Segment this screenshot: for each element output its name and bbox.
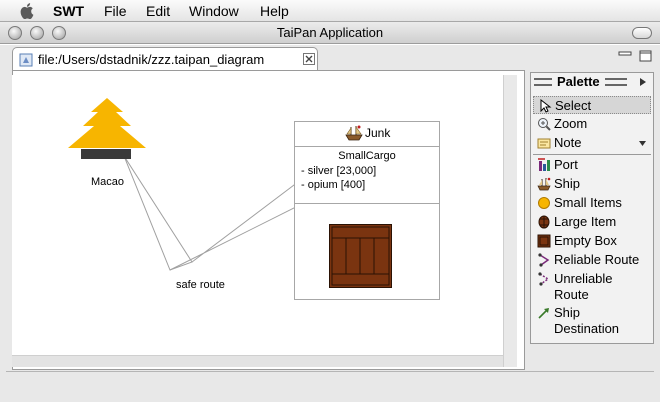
palette-grip-icon[interactable] bbox=[534, 78, 552, 86]
app-menu[interactable]: SWT bbox=[53, 3, 84, 19]
palette-item-label: Empty Box bbox=[554, 233, 617, 248]
palette-item-unreliable-route[interactable]: Unreliable Route bbox=[533, 270, 651, 304]
palette-collapse-icon[interactable] bbox=[639, 77, 647, 87]
window-title: TaiPan Application bbox=[276, 25, 384, 40]
palette-item-label: Ship Destination bbox=[554, 305, 620, 336]
editor-tab-label: file:/Users/dstadnik/zzz.taipan_diagram bbox=[38, 52, 265, 67]
menu-bar: SWT File Edit Window Help bbox=[0, 0, 660, 22]
palette-tool-label: Select bbox=[555, 98, 592, 113]
status-separator bbox=[6, 371, 654, 372]
box-icon bbox=[537, 234, 551, 248]
pagoda-icon[interactable] bbox=[68, 98, 146, 160]
palette-item-label: Large Item bbox=[554, 214, 617, 229]
cargo-item-silver[interactable]: - silver [23,000] bbox=[301, 165, 376, 177]
palette-tool-zoom[interactable]: Zoom bbox=[533, 115, 651, 133]
window-titlebar[interactable]: TaiPan Application bbox=[0, 22, 660, 44]
palette: Palette Select Zoom Note Port Ship Small… bbox=[530, 72, 654, 344]
palette-grip-icon[interactable] bbox=[605, 78, 627, 86]
palette-item-label: Port bbox=[554, 157, 578, 172]
cargo-box-icon[interactable] bbox=[329, 224, 392, 288]
route-icon bbox=[538, 253, 550, 267]
palette-item-small-items[interactable]: Small Items bbox=[533, 194, 651, 212]
toolbar-toggle-button[interactable] bbox=[632, 27, 652, 39]
palette-title: Palette bbox=[557, 74, 600, 89]
ship-node[interactable]: Junk SmallCargo - silver [23,000] - opiu… bbox=[294, 121, 440, 300]
palette-item-label: Unreliable Route bbox=[554, 271, 613, 302]
minimize-view-icon[interactable] bbox=[618, 50, 632, 62]
menu-file[interactable]: File bbox=[104, 3, 127, 19]
menu-window[interactable]: Window bbox=[189, 3, 239, 19]
chevron-down-icon[interactable] bbox=[639, 141, 646, 146]
palette-item-ship[interactable]: Ship bbox=[533, 175, 651, 193]
destination-arrow-icon bbox=[538, 308, 549, 319]
arrow-cursor-icon bbox=[540, 99, 552, 113]
ship-divider bbox=[295, 203, 439, 204]
palette-tool-label: Note bbox=[554, 135, 582, 150]
note-icon bbox=[537, 138, 551, 149]
menu-help[interactable]: Help bbox=[260, 3, 289, 19]
palette-tool-label: Zoom bbox=[554, 116, 588, 131]
ship-name: Junk bbox=[365, 126, 391, 140]
palette-item-port[interactable]: Port bbox=[533, 156, 651, 174]
maximize-view-icon[interactable] bbox=[639, 50, 652, 62]
palette-item-large-item[interactable]: Large Item bbox=[533, 213, 651, 231]
palette-tool-select[interactable]: Select bbox=[533, 96, 651, 114]
close-icon[interactable] bbox=[303, 53, 315, 65]
palette-item-ship-destination[interactable]: Ship Destination bbox=[533, 304, 651, 338]
palette-header[interactable]: Palette bbox=[531, 73, 653, 91]
vertical-scrollbar[interactable] bbox=[503, 75, 517, 367]
small-items-icon bbox=[538, 197, 550, 209]
barrel-icon bbox=[538, 215, 550, 229]
palette-item-empty-box[interactable]: Empty Box bbox=[533, 232, 651, 250]
route-label: safe route bbox=[176, 279, 225, 291]
palette-tool-note[interactable]: Note bbox=[533, 134, 651, 152]
palette-item-label: Small Items bbox=[554, 195, 622, 210]
editor-tab[interactable]: file:/Users/dstadnik/zzz.taipan_diagram bbox=[12, 47, 318, 71]
magnifier-icon bbox=[538, 118, 551, 131]
horizontal-scrollbar[interactable] bbox=[12, 355, 503, 367]
apple-menu-icon[interactable] bbox=[20, 2, 36, 19]
route-icon bbox=[538, 272, 550, 286]
port-icon bbox=[538, 158, 550, 171]
palette-item-label: Reliable Route bbox=[554, 252, 640, 267]
cargo-item-opium[interactable]: - opium [400] bbox=[301, 179, 365, 191]
ship-icon bbox=[345, 125, 363, 141]
ship-icon bbox=[537, 177, 551, 191]
diagram-file-icon bbox=[19, 53, 33, 67]
port-label: Macao bbox=[91, 176, 125, 188]
ship-divider bbox=[295, 146, 439, 147]
palette-item-label: Ship bbox=[554, 176, 581, 191]
palette-item-reliable-route[interactable]: Reliable Route bbox=[533, 251, 651, 269]
palette-separator bbox=[533, 154, 651, 155]
menu-edit[interactable]: Edit bbox=[146, 3, 170, 19]
cargo-compartment-title: SmallCargo bbox=[338, 150, 396, 162]
